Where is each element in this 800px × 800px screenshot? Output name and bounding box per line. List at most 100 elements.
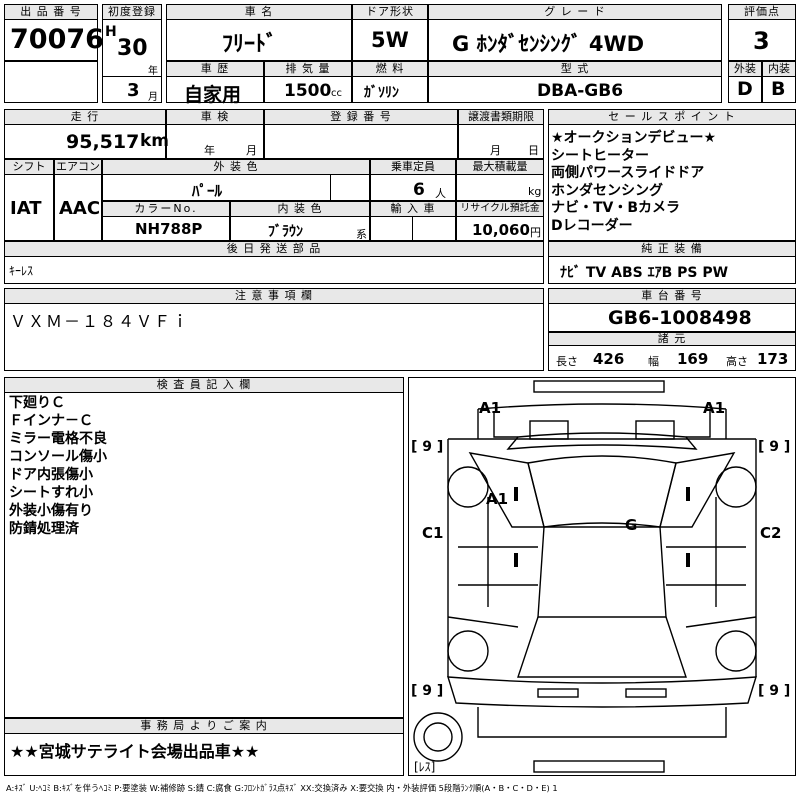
- ac-label: エアコン: [54, 159, 102, 175]
- shift: IAT: [10, 198, 42, 219]
- inspector-list: 下廻りＣ Ｆインナ－Ｃ ミラー電格不良 コンソール傷小 ドア内張傷小 シートすれ…: [9, 394, 107, 538]
- tire-rl: [447, 630, 489, 672]
- tr-day-unit: 日: [528, 144, 539, 157]
- reg-month: 3: [127, 80, 140, 101]
- ext-grade: D: [737, 78, 753, 100]
- model: DBA-GB6: [537, 81, 624, 101]
- shift-label: シフト: [4, 159, 54, 175]
- length-label: 長さ: [556, 355, 578, 368]
- office-label: 事 務 局 よ り ご 案 内: [4, 718, 404, 734]
- reg-no-label: 登 録 番 号: [264, 109, 458, 125]
- inspector-item: ミラー電格不良: [9, 431, 107, 447]
- sales-points-list: ★オークションデビュー★ シートヒーター 両側パワースライドドア ホンダセンシン…: [551, 130, 716, 235]
- ac: AAC: [59, 198, 101, 219]
- taillight-right: [625, 688, 667, 698]
- mark-a1-front-left: A1: [479, 399, 502, 417]
- mark-a1-door: A1: [486, 490, 509, 508]
- inspector-item: Ｆインナ－Ｃ: [9, 413, 93, 429]
- sales-point: ★オークションデビュー★: [551, 130, 717, 146]
- load-label: 最大積載量: [456, 159, 544, 175]
- inspector-label: 検 査 員 記 入 欄: [4, 377, 404, 393]
- tire-fl-depth: [ 9 ]: [411, 439, 444, 455]
- recycle-label: リサイクル預託金: [456, 201, 544, 217]
- inspector-item: 防錆処理済: [9, 521, 79, 537]
- tire-rl-depth: [ 9 ]: [411, 683, 444, 699]
- sales-point: シートヒーター: [551, 147, 649, 164]
- mark-c1-left: C1: [422, 524, 444, 542]
- car-name: ﾌﾘｰﾄﾞ: [222, 32, 278, 57]
- front-bumper-outline: [477, 403, 727, 410]
- mileage: 95,517: [66, 131, 140, 153]
- tire-rr: [715, 630, 757, 672]
- insp-year-unit: 年: [204, 144, 215, 157]
- mark-c2-right: C2: [760, 524, 782, 542]
- tire-fl: [447, 466, 489, 508]
- import-label: 輸 入 車: [370, 201, 456, 217]
- grade-label: グ レ ー ド: [428, 4, 722, 20]
- notes: ＶＸＭ－１８４ＶＦｉ: [10, 312, 191, 331]
- headlight-left: [529, 420, 569, 440]
- history-label: 車 歴: [166, 61, 264, 77]
- equipment: ﾅﾋﾞ TV ABS ｴｱB PS PW: [560, 265, 729, 281]
- lot-no-label: 出 品 番 号: [4, 4, 98, 20]
- history: 自家用: [184, 84, 242, 106]
- model-label: 型 式: [428, 61, 722, 77]
- capacity-unit: 人: [435, 187, 446, 200]
- ext-label: 外装: [728, 61, 762, 77]
- office-note: ★★宮城サテライト会場出品車★★: [10, 742, 260, 761]
- load-unit: kg: [528, 185, 542, 198]
- grade: G ﾎﾝﾀﾞｾﾝｼﾝｸﾞ 4WD: [452, 32, 645, 56]
- year-unit: 年: [148, 66, 158, 77]
- notes-label: 注 意 事 項 欄: [4, 288, 544, 304]
- body-outline: [447, 438, 757, 677]
- spare-tire-mark: [ﾚｽ]: [414, 760, 436, 774]
- sales-point: ナビ・TV・Bカメラ: [551, 200, 681, 216]
- tr-month-unit: 月: [490, 144, 501, 157]
- sales-point: ホンダセンシング: [551, 182, 663, 199]
- spare-tire: [413, 712, 463, 762]
- inspection-label: 車 検: [166, 109, 264, 125]
- mark-a1-front-right: A1: [703, 399, 726, 417]
- hood-edge: [506, 432, 698, 450]
- int-color: ﾌﾞﾗｳﾝ: [268, 224, 303, 240]
- height-label: 高さ: [726, 355, 748, 368]
- chassis-no: GB6-1008498: [608, 307, 752, 329]
- displacement-label: 排 気 量: [264, 61, 352, 77]
- inspector-item: シートすれ小: [9, 485, 93, 501]
- rear-window: [517, 616, 687, 678]
- mark-g-glass: G: [625, 516, 638, 534]
- int-color-unit: 系: [356, 228, 367, 241]
- era: H: [105, 24, 117, 40]
- color-no: NH788P: [135, 220, 203, 238]
- tire-rr-depth: [ 9 ]: [758, 683, 791, 699]
- headlight-right: [635, 420, 675, 440]
- transfer-label: 譲渡書類期限: [458, 109, 544, 125]
- mileage-label: 走 行: [4, 109, 166, 125]
- capacity-label: 乗車定員: [370, 159, 456, 175]
- windshield: [527, 455, 677, 528]
- car-diagram: [413, 380, 757, 773]
- dims-label: 諸 元: [548, 332, 796, 346]
- color-no-label: カラーNo.: [102, 201, 230, 217]
- reg-year: 30: [117, 36, 148, 61]
- lot-no: 70076: [10, 24, 104, 55]
- inspector-item: 外装小傷有り: [9, 503, 93, 519]
- score: 3: [753, 27, 770, 55]
- score-label: 評価点: [728, 4, 796, 20]
- recycle: 10,060: [472, 221, 530, 239]
- front-bumper-top: [533, 380, 665, 393]
- capacity: 6: [413, 180, 425, 200]
- roof: [537, 526, 667, 618]
- rear-bumper: [447, 676, 757, 708]
- insp-month-unit: 月: [246, 144, 257, 157]
- tire-fr-depth: [ 9 ]: [758, 439, 791, 455]
- tire-fr: [715, 466, 757, 508]
- taillight-left: [537, 688, 579, 698]
- right-front-window: [659, 452, 736, 528]
- color: ﾊﾟｰﾙ: [192, 182, 223, 200]
- cc-unit: cc: [331, 88, 342, 99]
- later-parts: ｷｰﾚｽ: [9, 264, 34, 278]
- first-reg-label: 初度登録: [102, 4, 162, 20]
- car-name-label: 車 名: [166, 4, 352, 20]
- lot-extra-cell: [4, 61, 98, 103]
